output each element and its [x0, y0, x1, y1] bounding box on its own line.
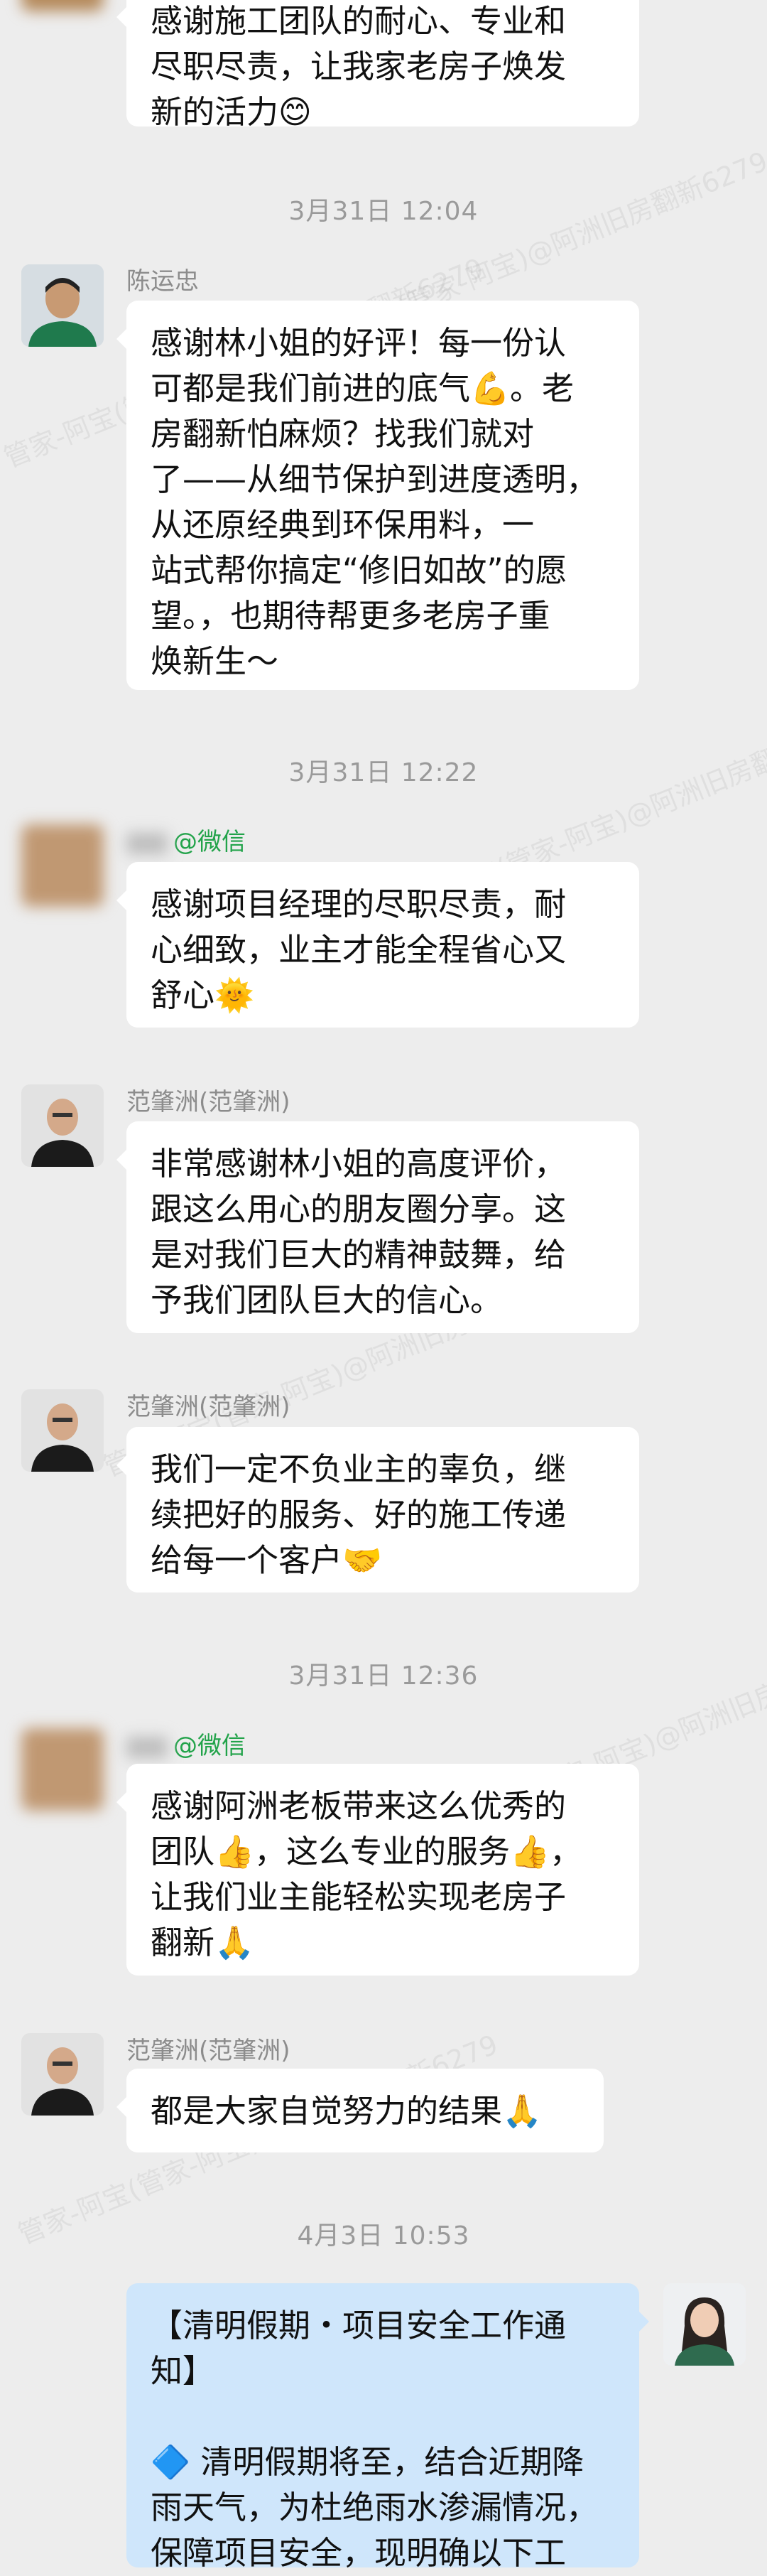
message-text: 感谢项目经理的尽职尽责，耐 — [151, 885, 567, 923]
message-text: 心细致，业主才能全程省心又 — [151, 931, 567, 969]
wechat-tag: @微信 — [173, 828, 246, 856]
wechat-tag: @微信 — [173, 1732, 246, 1760]
message-text: 焕新生～ — [151, 642, 279, 680]
message-text: 雨天气，为杜绝雨水渗漏情况， — [151, 2489, 599, 2526]
message-text: 可都是我们前进的底气💪。老 — [151, 370, 575, 407]
sender-name-blurred — [126, 1736, 168, 1758]
message-text: 团队👍，这么专业的服务👍， — [151, 1833, 582, 1870]
avatar[interactable] — [21, 2033, 104, 2116]
avatar[interactable] — [21, 824, 104, 907]
sender-name-blurred — [126, 832, 168, 854]
message-text: 我们一定不负业主的辜负，继 — [151, 1450, 567, 1488]
avatar[interactable] — [21, 1389, 104, 1472]
sender-name: 范肇洲(范肇洲) — [126, 1393, 290, 1421]
message-bubble[interactable]: 感谢林小姐的好评！每一份认 可都是我们前进的底气💪。老 房翻新怕麻烦？找我们就对… — [116, 301, 639, 690]
message-text: 都是大家自觉努力的结果🙏 — [151, 2092, 543, 2130]
message-text: 给每一个客户🤝 — [151, 1541, 383, 1579]
message-bubble[interactable]: 【清明假期・项目安全工作通 知】 🔷 清明假期将至，结合近期降 雨天气，为杜绝雨… — [126, 2283, 649, 2572]
message-text: 【清明假期・项目安全工作通 — [151, 2307, 567, 2344]
timestamp: 3月31日 12:36 — [288, 1661, 479, 1691]
message-text: 感谢阿洲老板带来这么优秀的 — [151, 1787, 567, 1825]
message-text: 舒心🌞 — [151, 976, 255, 1014]
message-text: 房翻新怕麻烦？找我们就对 — [151, 415, 535, 453]
timestamp: 3月31日 12:04 — [288, 197, 479, 226]
message-text — [151, 2394, 615, 2440]
avatar[interactable] — [21, 1084, 104, 1167]
sender-name: @微信 — [126, 1726, 246, 1761]
message-text: 保障项目安全，现明确以下工 — [151, 2534, 567, 2572]
message-text: 了——从细节保护到进度透明， — [151, 460, 599, 498]
message-text: 跟这么用心的朋友圈分享。这 — [151, 1190, 567, 1228]
message-bubble[interactable]: 感谢项目经理的尽职尽责，耐 心细致，业主才能全程省心又 舒心🌞 — [116, 862, 639, 1028]
message-text: 尽职尽责，让我家老房子焕发 — [151, 48, 567, 85]
message-text: 非常感谢林小姐的高度评价， — [151, 1145, 567, 1182]
avatar[interactable] — [663, 2283, 746, 2366]
message-text: 望。，也期待帮更多老房子重 — [151, 597, 550, 635]
sender-name: 范肇洲(范肇洲) — [126, 1088, 290, 1116]
timestamp: 4月3日 10:53 — [297, 2221, 470, 2251]
message-text: 翻新🙏 — [151, 1924, 255, 1961]
message-text: 从还原经典到环保用料，一 — [151, 506, 535, 544]
message-text: 感谢林小姐的好评！每一份认 — [151, 324, 567, 362]
sender-name: 陈运忠 — [126, 267, 199, 296]
sender-name: 范肇洲(范肇洲) — [126, 2037, 290, 2065]
message-bubble[interactable]: 感谢阿洲老板带来这么优秀的 团队👍，这么专业的服务👍， 让我们业主能轻松实现老房… — [116, 1764, 639, 1976]
message-bubble[interactable]: 都是大家自觉努力的结果🙏 — [116, 2069, 604, 2152]
timestamp: 3月31日 12:22 — [288, 758, 479, 787]
sender-name: @微信 — [126, 822, 246, 857]
message-text: 予我们团队巨大的信心。 — [151, 1281, 503, 1319]
message-bubble[interactable]: 我们一定不负业主的辜负，继 续把好的服务、好的施工传递 给每一个客户🤝 — [116, 1427, 639, 1593]
avatar[interactable] — [21, 0, 104, 11]
message-text: 站式帮你搞定“修旧如故”的愿 — [151, 551, 567, 589]
message-text: 新的活力😊 — [151, 93, 312, 131]
message-text: 感谢施工团队的耐心、专业和 — [151, 2, 567, 40]
message-text: 知】 — [151, 2352, 215, 2390]
avatar[interactable] — [21, 264, 104, 347]
message-bubble[interactable]: 非常感谢林小姐的高度评价， 跟这么用心的朋友圈分享。这 是对我们巨大的精神鼓舞，… — [116, 1121, 639, 1333]
avatar[interactable] — [21, 1728, 104, 1811]
message-bubble[interactable]: 感谢施工团队的耐心、专业和 尽职尽责，让我家老房子焕发 新的活力😊 — [116, 0, 639, 131]
message-text: 续把好的服务、好的施工传递 — [151, 1496, 567, 1534]
message-text: 让我们业主能轻松实现老房子 — [151, 1878, 567, 1916]
message-text: 🔷 清明假期将至，结合近期降 — [151, 2443, 584, 2481]
message-text: 是对我们巨大的精神鼓舞，给 — [151, 1236, 567, 1273]
